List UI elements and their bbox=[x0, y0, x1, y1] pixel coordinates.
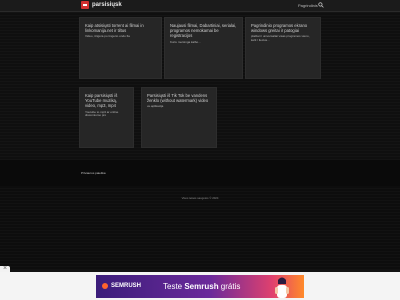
card-description: plačiai ir universaliai visas programos … bbox=[251, 34, 310, 43]
card-description: Youtube to mp3 ar online discomiumo pro bbox=[85, 109, 119, 118]
top-bar: parsisiųsk Pagrindinis bbox=[0, 0, 400, 12]
card-title[interactable]: Pagrindinio programos ekrano windows gre… bbox=[251, 23, 315, 33]
card-description: Kuriu mersinga kalbo... bbox=[170, 39, 201, 44]
site-logo[interactable]: parsisiųsk bbox=[81, 1, 122, 9]
card-tiktok[interactable]: Parsisiųsti iš Tik Tok be vandens ženklo… bbox=[141, 87, 217, 148]
ad-text-suffix: grátis bbox=[218, 282, 241, 291]
card-movies[interactable]: Naujausi filmai, Dabartiniai, serialai, … bbox=[164, 17, 243, 79]
card-title[interactable]: Kaip atsisiųsti torrent ai filmai in lin… bbox=[85, 23, 156, 33]
card-description: ve.aplikacija bbox=[147, 104, 164, 109]
ad-text-brand: Semrush bbox=[184, 282, 219, 291]
card-title[interactable]: Naujausi filmai, Dabartiniai, serialai, … bbox=[170, 23, 237, 39]
copyright-text: Visos teisės saugotos © 2024 bbox=[181, 196, 219, 200]
logo-text: parsisiųsk bbox=[92, 2, 122, 8]
ad-headline: Teste Semrush grátis bbox=[163, 282, 240, 291]
ad-banner[interactable]: SEMRUSH Teste Semrush grátis bbox=[96, 275, 304, 298]
ad-brand-logo: SEMRUSH bbox=[102, 283, 141, 289]
person-illustration-icon bbox=[275, 277, 289, 298]
download-icon bbox=[81, 1, 89, 9]
ad-brand-text: SEMRUSH bbox=[111, 283, 142, 289]
popular-search-link[interactable]: Priviaurus paieška bbox=[81, 171, 106, 175]
popular-section bbox=[0, 160, 400, 186]
card-youtube[interactable]: Kaip parsisiųsti iš YouTube muziką, vide… bbox=[79, 87, 134, 148]
card-torrent[interactable]: Kaip atsisiųsti torrent ai filmai in lin… bbox=[79, 17, 162, 79]
card-windows[interactable]: Pagrindinio programos ekrano windows gre… bbox=[245, 17, 321, 79]
ad-text-prefix: Teste bbox=[163, 282, 185, 291]
card-title[interactable]: Kaip parsisiųsti iš YouTube muziką, vide… bbox=[85, 93, 128, 109]
nav-link-home[interactable]: Pagrindinis bbox=[298, 3, 318, 8]
semrush-logo-icon bbox=[102, 283, 108, 289]
search-icon[interactable] bbox=[318, 2, 324, 8]
card-description: Video, itrigėra po tingerio ondo fia bbox=[85, 34, 130, 39]
card-title[interactable]: Parsisiųsti iš Tik Tok be vandens ženklo… bbox=[147, 93, 211, 103]
